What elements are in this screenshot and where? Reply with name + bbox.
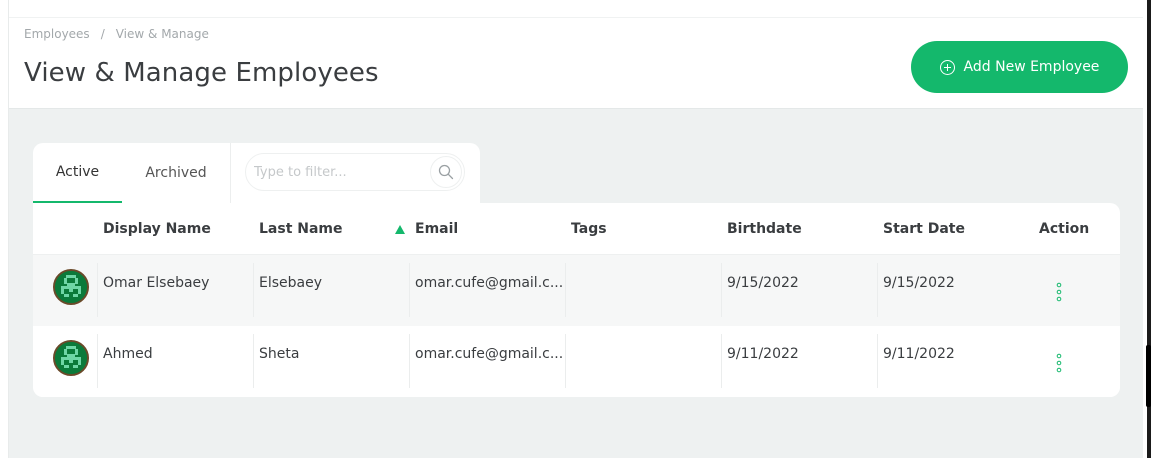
more-vertical-icon[interactable] — [1055, 353, 1063, 373]
cell-divider — [97, 334, 98, 388]
cell-divider — [253, 263, 254, 317]
scrollbar-thumb[interactable] — [1146, 345, 1151, 407]
content-area: Active Archived Display Name Last Name E… — [9, 109, 1143, 458]
cell-divider — [409, 334, 410, 388]
top-strip — [9, 0, 1143, 18]
column-tags[interactable]: Tags — [571, 203, 607, 255]
email: omar.cufe@gmail.c... — [415, 345, 564, 362]
column-start-date[interactable]: Start Date — [883, 203, 965, 255]
display-name: Omar Elsebaey — [103, 274, 210, 291]
tab-active[interactable]: Active — [33, 143, 122, 203]
avatar — [53, 269, 89, 305]
breadcrumb-view-manage[interactable]: View & Manage — [116, 27, 209, 41]
avatar — [53, 340, 89, 376]
breadcrumb-employees[interactable]: Employees — [24, 27, 90, 41]
column-action: Action — [1039, 221, 1090, 237]
email: omar.cufe@gmail.c... — [415, 274, 564, 291]
add-employee-label: Add New Employee — [963, 59, 1100, 75]
display-name: Ahmed — [103, 345, 153, 362]
cell-divider — [97, 263, 98, 317]
cell-divider — [877, 263, 878, 317]
scrollbar[interactable] — [1143, 0, 1151, 458]
birthdate: 9/11/2022 — [727, 345, 799, 362]
cell-divider — [565, 334, 566, 388]
avatar-pattern-icon — [55, 271, 87, 303]
tabs-bar: Active Archived — [33, 143, 480, 203]
page-header: Employees / View & Manage View & Manage … — [9, 18, 1143, 109]
table-row[interactable]: Omar Elsebaey Elsebaey omar.cufe@gmail.c… — [33, 255, 1120, 326]
cell-divider — [721, 334, 722, 388]
tab-archived-label: Archived — [145, 165, 207, 181]
breadcrumb: Employees / View & Manage — [24, 27, 209, 41]
last-name: Elsebaey — [259, 274, 323, 291]
avatar-pattern-icon — [55, 342, 87, 374]
more-vertical-icon[interactable] — [1055, 282, 1063, 302]
last-name: Sheta — [259, 345, 300, 362]
column-last-name[interactable]: Last Name — [259, 203, 343, 255]
employees-table: Display Name Last Name Email Tags Birthd… — [33, 203, 1120, 397]
tab-archived[interactable]: Archived — [122, 143, 230, 203]
breadcrumb-separator: / — [100, 27, 105, 41]
birthdate: 9/15/2022 — [727, 274, 799, 291]
table-header: Display Name Last Name Email Tags Birthd… — [33, 203, 1120, 255]
left-rail — [0, 0, 9, 458]
cell-divider — [721, 263, 722, 317]
sort-ascending-icon — [395, 225, 405, 234]
search-button[interactable] — [430, 156, 462, 188]
search-icon — [438, 164, 454, 180]
filter-input[interactable] — [254, 162, 424, 182]
cell-divider — [409, 263, 410, 317]
tab-active-label: Active — [55, 164, 100, 180]
plus-circle-icon — [939, 59, 955, 75]
start-date: 9/15/2022 — [883, 274, 955, 291]
column-birthdate[interactable]: Birthdate — [727, 203, 802, 255]
column-display-name[interactable]: Display Name — [103, 203, 211, 255]
tab-divider — [230, 143, 231, 203]
table-row[interactable]: Ahmed Sheta omar.cufe@gmail.c... 9/11/20… — [33, 326, 1120, 397]
page-title: View & Manage Employees — [24, 58, 379, 88]
cell-divider — [565, 263, 566, 317]
filter-box — [245, 153, 465, 191]
add-employee-button[interactable]: Add New Employee — [911, 41, 1128, 93]
cell-divider — [877, 334, 878, 388]
start-date: 9/11/2022 — [883, 345, 955, 362]
cell-divider — [253, 334, 254, 388]
column-email[interactable]: Email — [415, 203, 458, 255]
